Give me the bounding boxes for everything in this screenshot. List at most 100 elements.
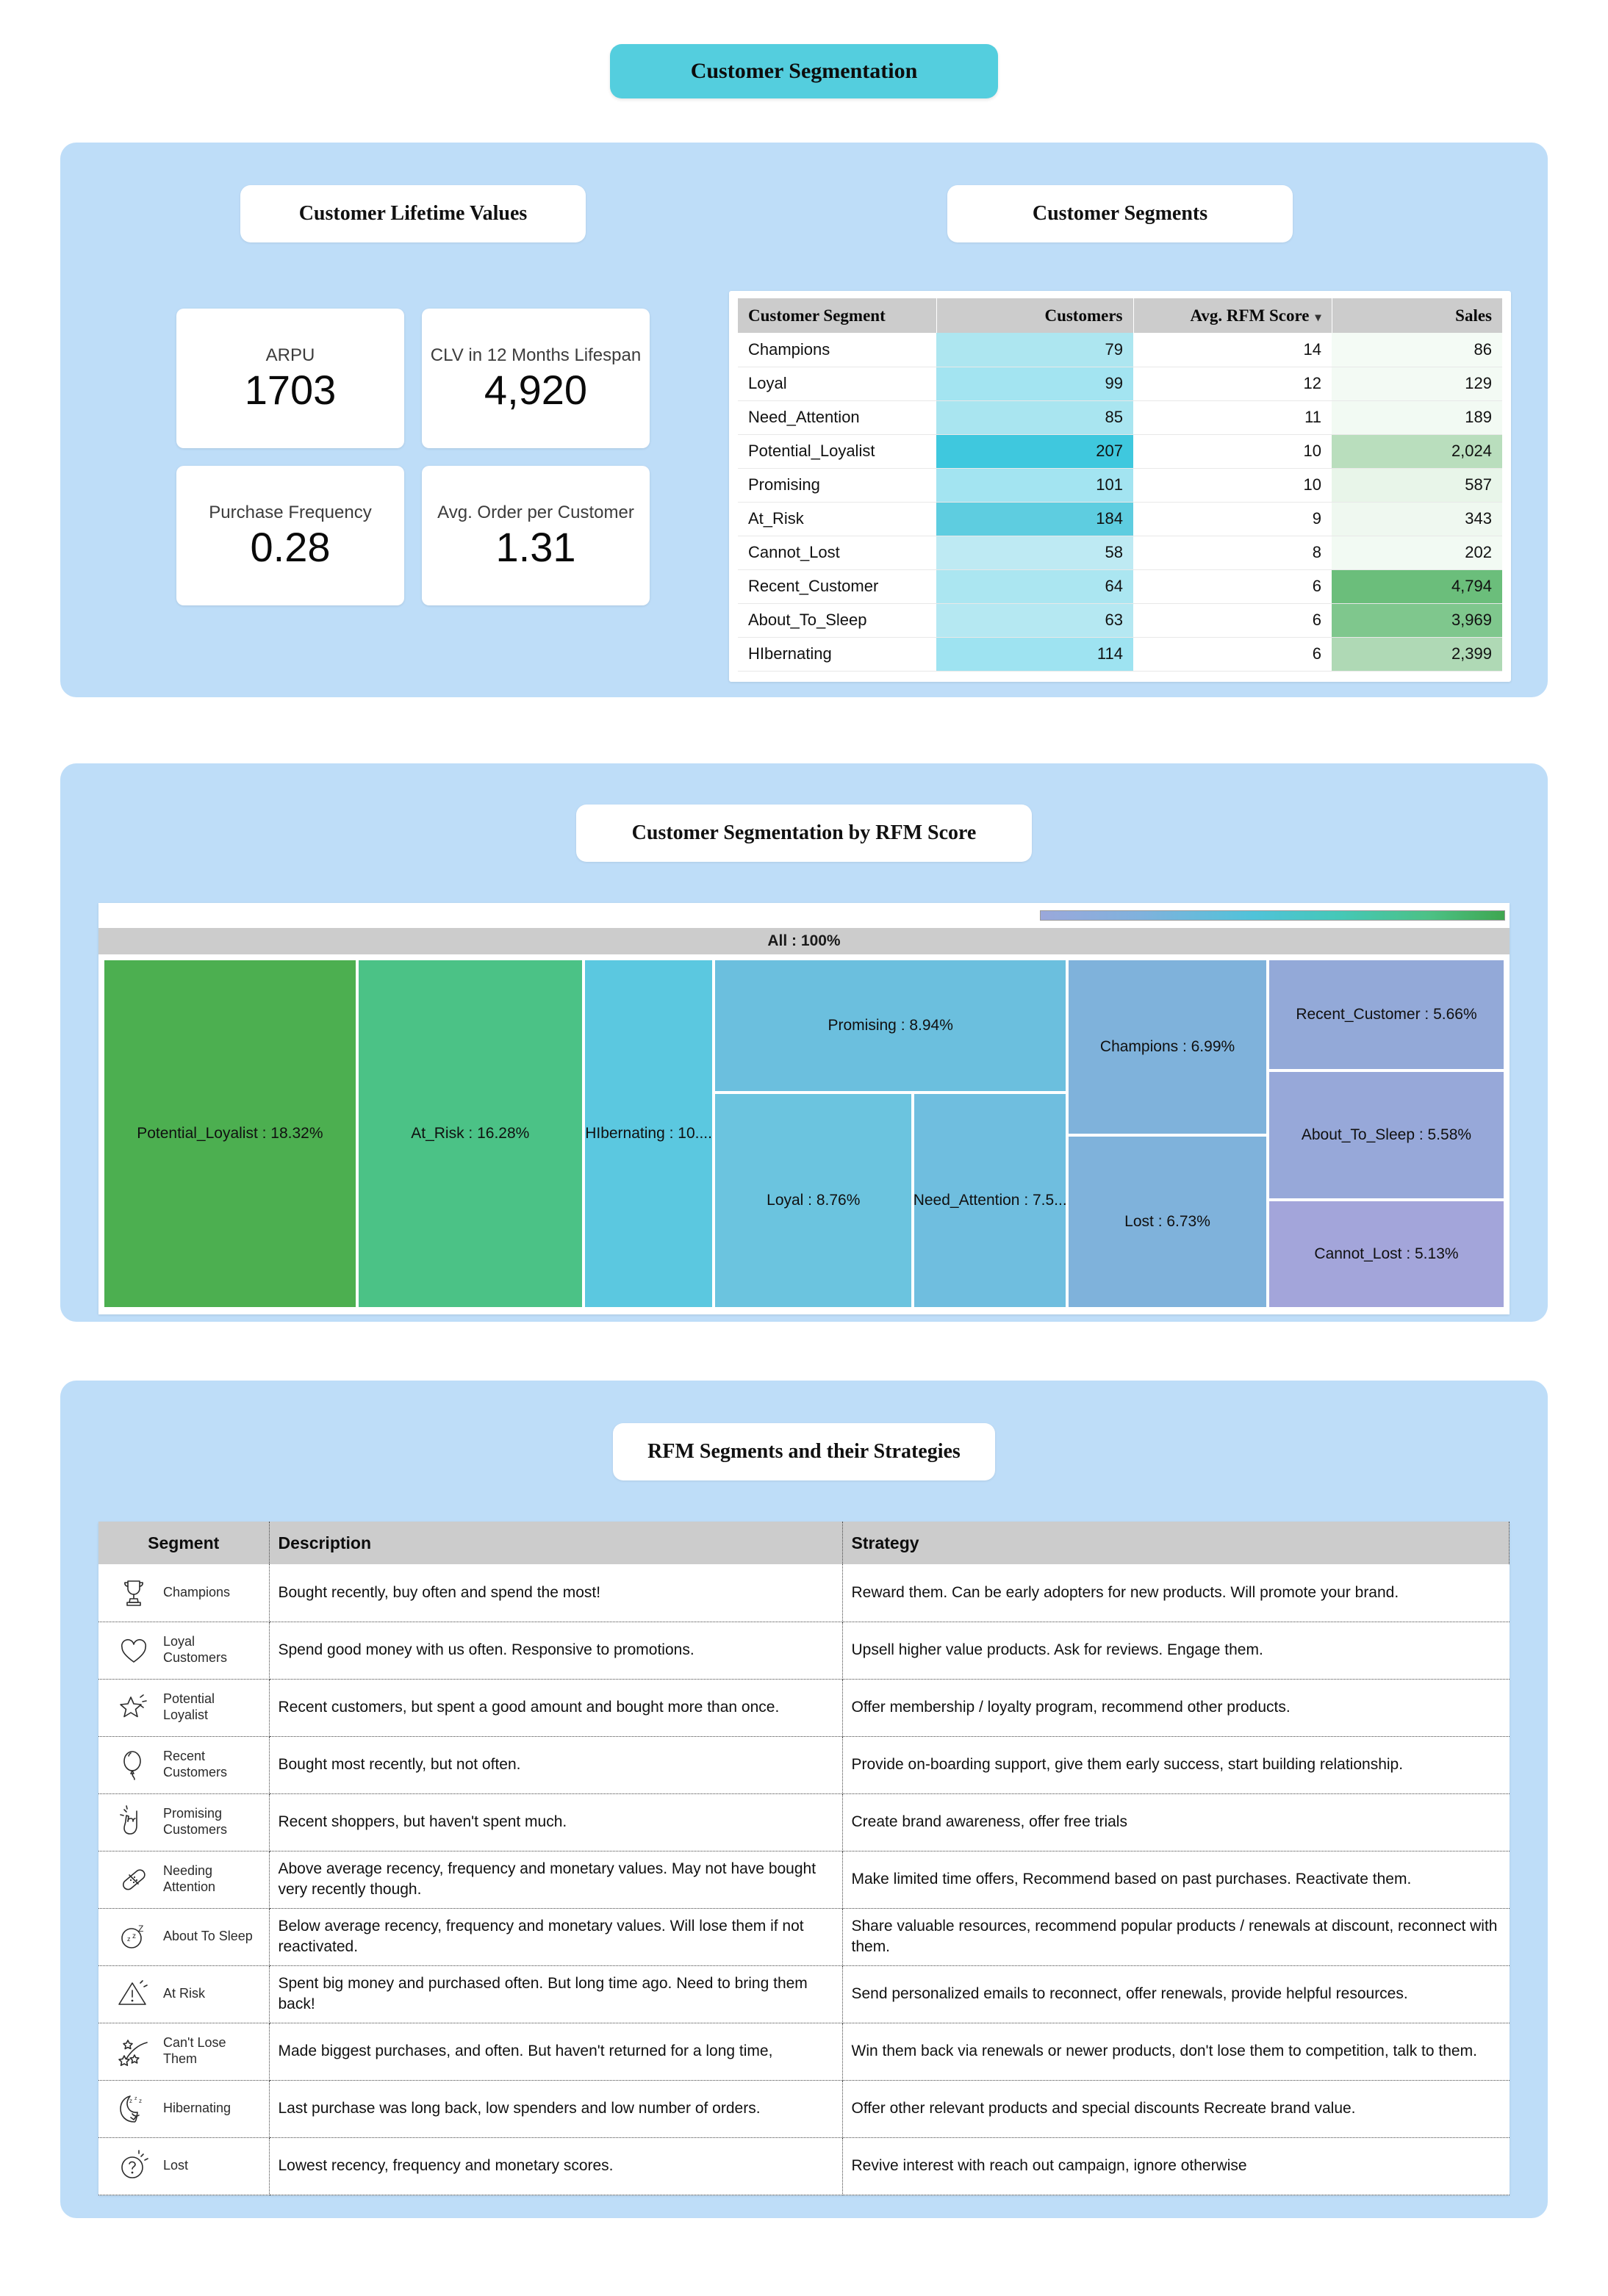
- cell-sales: 2,399: [1332, 637, 1502, 672]
- cell-strategy: Make limited time offers, Recommend base…: [842, 1851, 1510, 1909]
- cell-strategy: Revive interest with reach out campaign,…: [842, 2137, 1510, 2195]
- svg-text:z: z: [134, 2096, 137, 2101]
- segment-label: Needing Attention: [163, 1863, 216, 1894]
- segment-label: Recent Customers: [163, 1749, 228, 1779]
- table-row[interactable]: Loyal 99 12 129: [738, 367, 1502, 401]
- svg-text:z: z: [139, 2098, 142, 2104]
- cell-avg-rfm-score: 6: [1133, 637, 1332, 672]
- warning-triangle-icon: [116, 1976, 151, 2012]
- cell-description: Below average recency, frequency and mon…: [269, 1908, 843, 1966]
- column-header-avg-rfm-score[interactable]: Avg. RFM Score ▾: [1133, 298, 1332, 333]
- segments-section: Customer Segments Customer Segment Custo…: [729, 185, 1511, 682]
- cell-segment: z z Z About To Sleep: [98, 1908, 270, 1966]
- treemap-tile[interactable]: Promising : 8.94%: [714, 959, 1068, 1093]
- kpi-value: 1703: [244, 366, 337, 413]
- dashboard-header: Customer Segmentation: [60, 0, 1548, 98]
- cell-customers: 58: [936, 536, 1133, 570]
- table-row[interactable]: Potential_Loyalist 207 10 2,024: [738, 434, 1502, 469]
- trophy-icon: [116, 1575, 151, 1611]
- cell-segment-name: About_To_Sleep: [738, 603, 936, 638]
- cell-segment: z z z Hibernating: [98, 2080, 270, 2138]
- table-row[interactable]: HIbernating 114 6 2,399: [738, 637, 1502, 672]
- column-header-sales[interactable]: Sales: [1332, 298, 1502, 333]
- cell-sales: 129: [1332, 367, 1502, 401]
- segments-section-title: Customer Segments: [947, 185, 1293, 242]
- cell-strategy: Offer membership / loyalty program, reco…: [842, 1679, 1510, 1737]
- cell-segment-name: Need_Attention: [738, 400, 936, 435]
- treemap-tile[interactable]: Cannot_Lost : 5.13%: [1267, 1200, 1505, 1309]
- cell-strategy: Create brand awareness, offer free trial…: [842, 1793, 1510, 1851]
- cell-avg-rfm-score: 8: [1133, 536, 1332, 570]
- svg-text:z: z: [132, 1932, 136, 1940]
- treemap-tile[interactable]: Loyal : 8.76%: [714, 1092, 914, 1309]
- sort-descending-icon[interactable]: ▾: [1315, 312, 1321, 324]
- table-row: Potential Loyalist Recent customers, but …: [98, 1679, 1510, 1737]
- table-row[interactable]: At_Risk 184 9 343: [738, 502, 1502, 536]
- cell-sales: 3,969: [1332, 603, 1502, 638]
- kpi-card: CLV in 12 Months Lifespan 4,920: [422, 309, 650, 448]
- treemap-tile[interactable]: At_Risk : 16.28%: [356, 959, 584, 1309]
- treemap-chart: All : 100% Potential_Loyalist : 18.32% At…: [98, 903, 1510, 1314]
- table-row: At Risk Spent big money and purchased oft…: [98, 1965, 1510, 2023]
- table-row[interactable]: Promising 101 10 587: [738, 468, 1502, 503]
- kpi-card: ARPU 1703: [176, 309, 404, 448]
- column-header-strategy: Strategy: [842, 1522, 1510, 1564]
- segments-table-container: Customer Segment Customers Avg. RFM Scor…: [729, 291, 1511, 682]
- cell-description: Recent shoppers, but haven't spent much.: [269, 1793, 843, 1851]
- treemap-tile-label: Loyal : 8.76%: [767, 1191, 861, 1209]
- table-row: Needing Attention Above average recency, …: [98, 1851, 1510, 1909]
- treemap-tile[interactable]: HIbernating : 10....: [583, 959, 714, 1309]
- bandage-icon: [116, 1862, 151, 1897]
- table-header-row: Customer Segment Customers Avg. RFM Scor…: [738, 298, 1502, 333]
- cell-description: Made biggest purchases, and often. But h…: [269, 2023, 843, 2081]
- column-header-customer-segment[interactable]: Customer Segment: [738, 298, 937, 333]
- treemap-tile[interactable]: Lost : 6.73%: [1067, 1135, 1268, 1309]
- table-row[interactable]: About_To_Sleep 63 6 3,969: [738, 603, 1502, 638]
- column-header-customers[interactable]: Customers: [936, 298, 1134, 333]
- table-row: z z Z About To Sleep Below average recency, …: [98, 1908, 1510, 1966]
- cell-sales: 189: [1332, 400, 1502, 435]
- cell-customers: 85: [936, 400, 1133, 435]
- treemap-tile[interactable]: Need_Attention : 7.5...: [913, 1092, 1068, 1309]
- dashboard-page: Customer Segmentation Customer Lifetime …: [0, 0, 1608, 2296]
- segment-label: Promising Customers: [163, 1806, 228, 1837]
- cell-customers: 63: [936, 603, 1133, 638]
- treemap-tile[interactable]: Potential_Loyalist : 18.32%: [103, 959, 357, 1309]
- segment-label: About To Sleep: [163, 1929, 253, 1944]
- kpi-grid: ARPU 1703 CLV in 12 Months Lifespan 4,920 Pu…: [97, 309, 729, 605]
- kpi-value: 4,920: [484, 366, 588, 413]
- treemap-tile[interactable]: Champions : 6.99%: [1067, 959, 1268, 1136]
- treemap-tile-label: Promising : 8.94%: [828, 1016, 953, 1034]
- color-gradient-legend-icon: [1040, 910, 1505, 921]
- table-row[interactable]: Need_Attention 85 11 189: [738, 400, 1502, 435]
- column-header-segment: Segment: [98, 1522, 270, 1564]
- cell-sales: 4,794: [1332, 569, 1502, 604]
- cell-avg-rfm-score: 10: [1133, 434, 1332, 469]
- table-row: z z z Hibernating Last purchase was long bac…: [98, 2080, 1510, 2138]
- strategies-section-title: RFM Segments and their Strategies: [613, 1423, 995, 1480]
- treemap-tile[interactable]: About_To_Sleep : 5.58%: [1267, 1070, 1505, 1201]
- cell-customers: 79: [936, 333, 1133, 367]
- kpi-label: ARPU: [265, 345, 315, 365]
- cell-description: Lowest recency, frequency and monetary s…: [269, 2137, 843, 2195]
- treemap-tile[interactable]: Recent_Customer : 5.66%: [1267, 959, 1505, 1071]
- treemap-tile-label: Lost : 6.73%: [1124, 1213, 1210, 1231]
- svg-text:z: z: [129, 2098, 132, 2104]
- treemap-panel: Customer Segmentation by RFM Score All :…: [60, 763, 1548, 1322]
- clv-section-title: Customer Lifetime Values: [240, 185, 586, 242]
- segment-label: Can't Lose Them: [163, 2035, 226, 2066]
- pointing-hand-icon: [116, 1804, 151, 1840]
- cell-avg-rfm-score: 12: [1133, 367, 1332, 401]
- cell-sales: 202: [1332, 536, 1502, 570]
- segment-label: Hibernating: [163, 2101, 231, 2116]
- segment-label: Potential Loyalist: [163, 1691, 215, 1722]
- cell-avg-rfm-score: 14: [1133, 333, 1332, 367]
- treemap-tile-label: HIbernating : 10....: [585, 1125, 712, 1142]
- table-row[interactable]: Cannot_Lost 58 8 202: [738, 536, 1502, 570]
- cell-customers: 207: [936, 434, 1133, 469]
- cell-segment: Needing Attention: [98, 1851, 270, 1909]
- cell-strategy: Send personalized emails to reconnect, o…: [842, 1965, 1510, 2023]
- balloon-icon: [116, 1747, 151, 1782]
- table-row[interactable]: Champions 79 14 86: [738, 333, 1502, 367]
- table-row[interactable]: Recent_Customer 64 6 4,794: [738, 569, 1502, 604]
